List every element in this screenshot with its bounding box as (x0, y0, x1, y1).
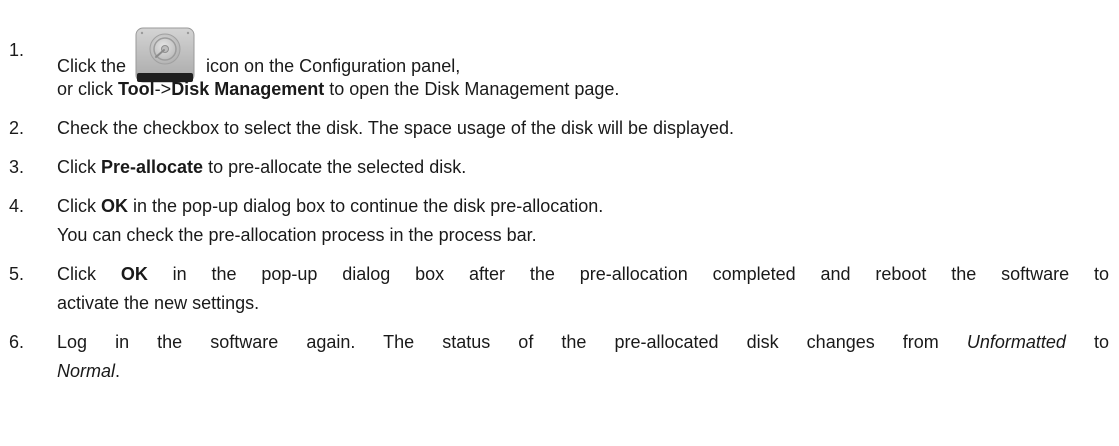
disk-management-menu-label: Disk Management (171, 79, 325, 99)
step-1-line-2-text-e: to open the Disk Management page. (324, 79, 620, 99)
step-4-number: 4. (9, 196, 25, 216)
step-1-line-2: or click Tool->Disk Management to open t… (57, 78, 619, 100)
ok-label: OK (120, 264, 148, 284)
step-6-text-a: Log in the software again. The status of… (57, 332, 967, 352)
step-4-text-c: in the pop-up dialog box to continue the… (128, 196, 604, 216)
step-5-text-c: in the pop-up dialog box after the pre-a… (147, 264, 1110, 284)
step-2-text: Check the checkbox to select the disk. T… (57, 118, 735, 138)
disk-icon (134, 27, 196, 83)
step-1-line-2-text-a: or click (57, 79, 119, 99)
step-6-number: 6. (9, 332, 25, 352)
step-1-arrow-text: -> (154, 79, 172, 99)
step-4-line-2: You can check the pre-allocation process… (57, 225, 537, 245)
tool-menu-label: Tool (118, 79, 155, 99)
step-6-line-2-end: . (115, 361, 121, 381)
step-2-number: 2. (9, 118, 25, 138)
ok-label: OK (101, 196, 128, 216)
step-1-text-before-icon: Click the (57, 55, 127, 76)
instruction-page: 1. Click the icon on the Configuration p… (0, 0, 1119, 446)
unformatted-status-label: Unformatted (966, 332, 1066, 352)
step-1-text-after-icon: icon on the Configuration panel, (206, 55, 461, 76)
step-5-number: 5. (9, 264, 25, 284)
step-1-number: 1. (9, 40, 25, 60)
step-3-line: Click Pre-allocate to pre-allocate the s… (57, 156, 466, 178)
step-6-text-c: to (1065, 332, 1109, 352)
step-3-text-a: Click (57, 157, 101, 177)
step-3-text-c: to pre-allocate the selected disk. (203, 157, 467, 177)
step-6-line-2: Normal. (57, 360, 120, 382)
step-3-number: 3. (9, 157, 25, 177)
normal-status-label: Normal (57, 361, 116, 381)
step-5-text-a: Click (57, 264, 121, 284)
step-4-line-1: Click OK in the pop-up dialog box to con… (57, 195, 603, 217)
step-4-text-a: Click (57, 196, 101, 216)
step-6-line-1: Log in the software again. The status of… (57, 331, 1109, 353)
step-5-line-2: activate the new settings. (57, 293, 260, 313)
pre-allocate-label: Pre-allocate (101, 157, 204, 177)
step-5-line-1: Click OK in the pop-up dialog box after … (57, 263, 1109, 285)
